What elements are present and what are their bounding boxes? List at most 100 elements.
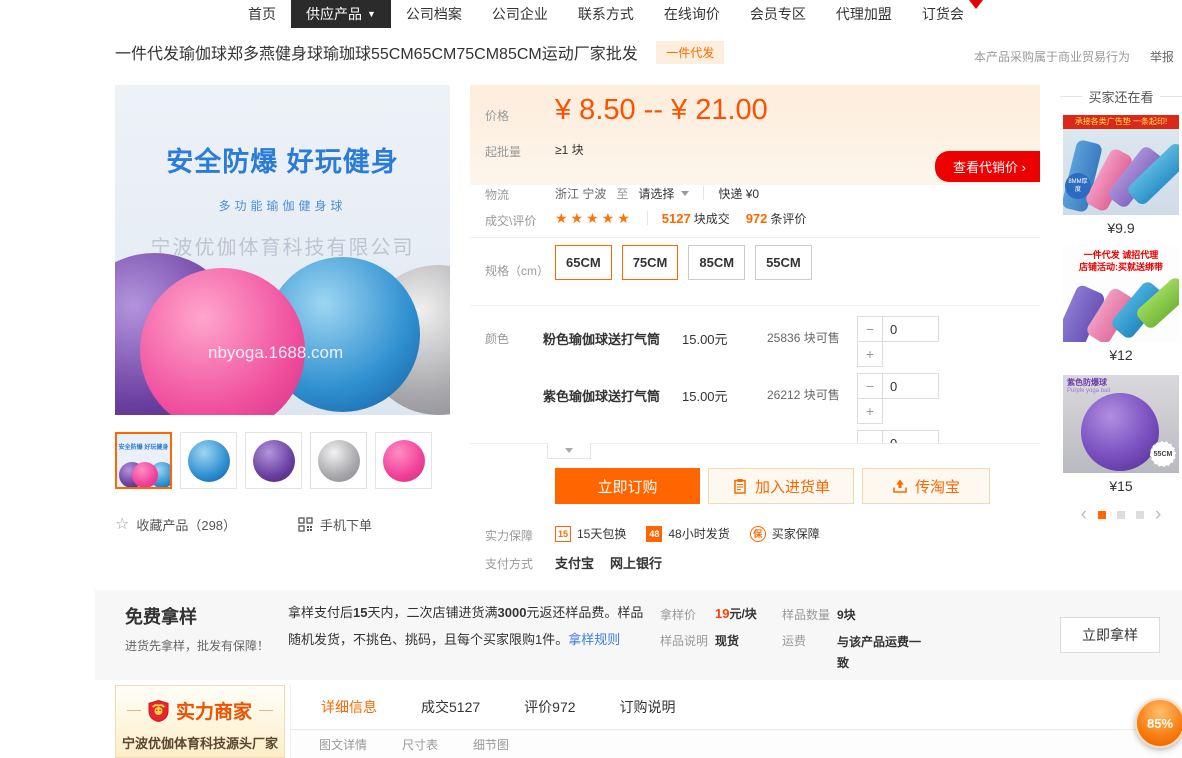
watermark-site: nbyoga.1688.com xyxy=(208,343,343,363)
spec-chip-85cm[interactable]: 85CM xyxy=(688,245,745,280)
divider xyxy=(1160,96,1182,97)
payment-netbank: 网上银行 xyxy=(610,553,662,572)
review-count[interactable]: 972 xyxy=(746,211,768,226)
deal-count[interactable]: 5127 xyxy=(662,211,691,226)
nav-item-company[interactable]: 公司企业 xyxy=(477,0,563,28)
divider xyxy=(647,211,648,225)
guarantee-15-days[interactable]: 15 15天包换 xyxy=(555,525,626,542)
guarantee-buyer-protection[interactable]: 保 买家保障 xyxy=(750,525,820,542)
add-to-purchase-list-button[interactable]: 加入进货单 xyxy=(708,468,854,504)
sku-row-purple: 紫色瑜伽球送打气筒 15.00元 26212 块可售 − + xyxy=(470,367,1040,424)
sample-subtitle: 进货先拿样，批发有保障！ xyxy=(125,637,269,654)
tab-order-notes[interactable]: 订购说明 xyxy=(620,697,676,717)
related-product-2-image[interactable]: 一件代发 诚招代理 店铺活动:买就送绑带 xyxy=(1063,247,1179,342)
guarantee-label: 实力保障 xyxy=(485,527,533,544)
detail-subtabs: 图文详情 尺寸表 细节图 xyxy=(290,730,1182,758)
thumbnail-main[interactable]: 安全防爆 好玩健身 xyxy=(115,432,172,489)
nav-item-member[interactable]: 会员专区 xyxy=(735,0,821,28)
sample-qty-value: 9块 xyxy=(837,606,856,623)
send-to-taobao-button[interactable]: 传淘宝 xyxy=(862,468,990,504)
banner-line-1: 一件代发 诚招代理 xyxy=(1063,249,1179,261)
page-title: 一件代发瑜伽球郑多燕健身球瑜珈球55CM65CM75CM85CM运动厂家批发 xyxy=(115,46,638,63)
divider xyxy=(259,710,273,711)
sidebar-title-text: 买家还在看 xyxy=(1089,87,1154,106)
chevron-down-icon xyxy=(681,191,689,200)
minus-button[interactable]: − xyxy=(857,430,883,444)
related-product-3-price: ¥15 xyxy=(1060,478,1182,494)
pagination-dot-3[interactable] xyxy=(1136,511,1144,519)
pagination-dot-2[interactable] xyxy=(1117,511,1125,519)
subtab-graphic-detail[interactable]: 图文详情 xyxy=(319,736,367,753)
subtab-detail-photos[interactable]: 细节图 xyxy=(473,736,509,753)
nav-item-inquiry[interactable]: 在线询价 xyxy=(649,0,735,28)
clipboard-icon xyxy=(732,478,748,494)
tab-deals[interactable]: 成交5127 xyxy=(421,697,480,717)
spec-chip-75cm[interactable]: 75CM xyxy=(622,245,679,280)
guarantee-row: 15 15天包换 48 48小时发货 保 买家保障 xyxy=(555,525,820,542)
prev-arrow-button[interactable]: ‹ xyxy=(1081,508,1087,522)
destination-select[interactable]: 请选择 xyxy=(638,185,689,202)
payment-alipay: 支付宝 xyxy=(555,553,594,572)
seller-card[interactable]: 实力商家 宁波优伽体育科技源头厂家 xyxy=(115,685,285,758)
quantity-input[interactable] xyxy=(883,373,939,399)
nav-item-order-fair[interactable]: 订货会 xyxy=(907,0,979,28)
nav-item-contact[interactable]: 联系方式 xyxy=(563,0,649,28)
plus-button[interactable]: + xyxy=(857,398,883,424)
detail-tabs: 详细信息 成交5127 评价972 订购说明 xyxy=(290,685,1182,730)
thumb-headline: 安全防爆 好玩健身 xyxy=(117,442,170,451)
upload-icon xyxy=(892,478,908,494)
sku-list: 颜色 粉色瑜伽球送打气筒 15.00元 25836 块可售 − + 紫色瑜伽球送… xyxy=(470,305,1040,444)
tab-detail-info[interactable]: 详细信息 xyxy=(321,697,377,717)
next-arrow-button[interactable]: › xyxy=(1155,508,1161,522)
minus-button[interactable]: − xyxy=(857,316,883,342)
price-label: 价格 xyxy=(485,107,509,124)
spec-chip-55cm[interactable]: 55CM xyxy=(755,245,812,280)
related-product-3-image[interactable]: 紫色防爆球 Purple yoga ball 55CM xyxy=(1063,375,1179,473)
spec-chip-65cm[interactable]: 65CM xyxy=(555,245,612,280)
nav-item-home[interactable]: 首页 xyxy=(233,0,291,28)
nav-item-products[interactable]: 供应产品 ▼ xyxy=(291,0,391,28)
related-product-1-image[interactable]: 承接各类广告垫 一条起印! 8MM厚度 xyxy=(1063,115,1179,215)
thumbnail-pink[interactable] xyxy=(375,432,432,489)
tab-reviews[interactable]: 评价972 xyxy=(524,697,575,717)
progress-badge[interactable]: 85% xyxy=(1135,698,1182,748)
send-to-taobao-label: 传淘宝 xyxy=(915,476,960,497)
dropship-badge: 一件代发 xyxy=(656,41,724,64)
spec-label: 规格（cm） xyxy=(485,262,549,279)
thumbnail-silver[interactable] xyxy=(310,432,367,489)
sku-row-partial: − xyxy=(470,424,1040,444)
minus-button[interactable]: − xyxy=(857,373,883,399)
report-link[interactable]: 举报 xyxy=(1150,48,1174,65)
subtab-size-chart[interactable]: 尺寸表 xyxy=(402,736,438,753)
pagination-dot-1[interactable] xyxy=(1098,511,1106,519)
guarantee-48-hours[interactable]: 48 48小时发货 xyxy=(646,525,729,542)
favorite-button[interactable]: 收藏产品（298） xyxy=(136,515,236,534)
divider xyxy=(127,710,141,711)
divider xyxy=(1060,96,1083,97)
sku-name: 粉色瑜伽球送打气筒 xyxy=(543,329,660,348)
quantity-input[interactable] xyxy=(883,430,939,444)
nav-item-label: 订货会 xyxy=(922,4,964,24)
main-product-image[interactable]: 安全防爆 好玩健身 多功能瑜伽健身球 宁波优伽体育科技有限公司 nbyoga.1… xyxy=(115,85,450,415)
nav-item-company-file[interactable]: 公司档案 xyxy=(391,0,477,28)
expand-skus-button[interactable] xyxy=(547,443,591,459)
nav-item-agent[interactable]: 代理加盟 xyxy=(821,0,907,28)
sample-price-number: 19 xyxy=(715,606,729,621)
order-now-button[interactable]: 立即订购 xyxy=(555,468,700,504)
guarantee-15-icon: 15 xyxy=(555,526,571,542)
mobile-order-button[interactable]: 手机下单 xyxy=(298,515,372,534)
sample-rules-link[interactable]: 拿样规则 xyxy=(568,632,620,647)
sku-stock: 25836 块可售 xyxy=(767,329,840,346)
sku-stock: 26212 块可售 xyxy=(767,386,840,403)
mini-ball-pink xyxy=(132,462,158,488)
quantity-stepper: − + xyxy=(857,373,941,424)
get-sample-button[interactable]: 立即拿样 xyxy=(1060,617,1160,653)
seller-shield-icon xyxy=(148,699,169,723)
thumbnail-blue[interactable] xyxy=(180,432,237,489)
plus-button[interactable]: + xyxy=(857,341,883,367)
title-row: 一件代发瑜伽球郑多燕健身球瑜珈球55CM65CM75CM85CM运动厂家批发 一… xyxy=(115,40,1182,72)
thumbnail-purple[interactable] xyxy=(245,432,302,489)
view-agent-price-button[interactable]: 查看代销价 › xyxy=(935,151,1040,182)
deal-unit: 块成交 xyxy=(694,210,730,227)
quantity-input[interactable] xyxy=(883,316,939,342)
